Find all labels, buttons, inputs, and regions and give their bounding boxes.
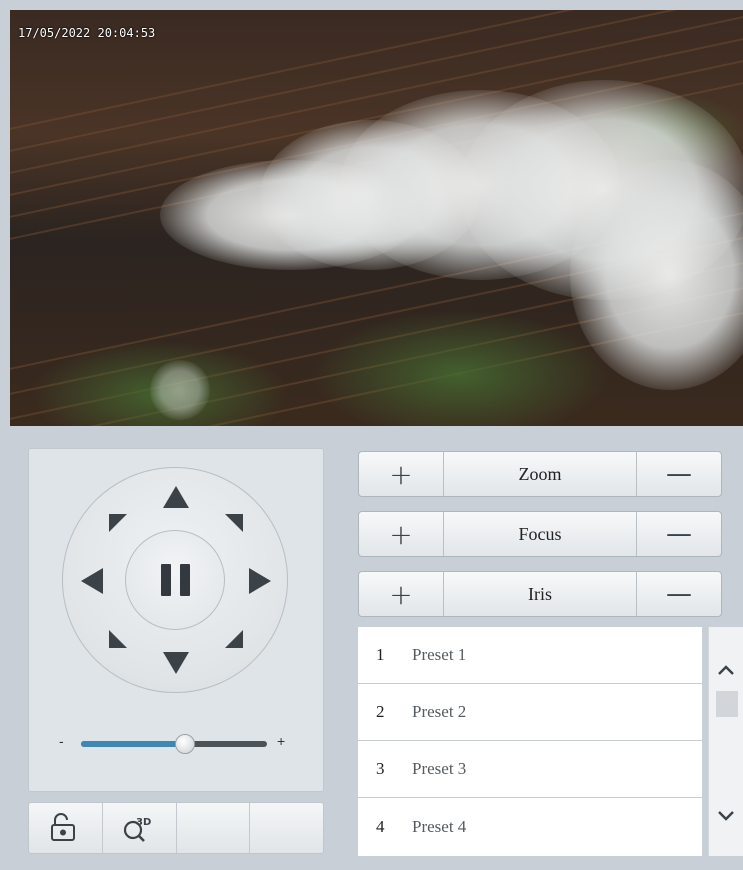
speed-slider-handle[interactable]	[175, 734, 196, 754]
preset-number: 3	[376, 759, 385, 778]
tool-button-empty-4[interactable]	[250, 803, 323, 853]
preset-list: 1 Preset 1 2 Preset 2 3 Preset 3 4 Prese…	[358, 627, 702, 856]
pan-left-arrow-icon[interactable]	[81, 568, 103, 594]
pan-up-right-arrow-icon[interactable]	[225, 514, 243, 532]
preset-number: 4	[376, 816, 385, 836]
speed-track[interactable]	[81, 741, 267, 747]
preset-name: Preset 1	[412, 645, 467, 664]
preset-number: 1	[376, 645, 385, 664]
pause-icon-bar-left	[161, 564, 171, 596]
scroll-down-button[interactable]	[709, 799, 743, 833]
speed-fill	[81, 741, 186, 747]
preset-item[interactable]: 3 Preset 3	[358, 741, 702, 798]
pan-up-arrow-icon[interactable]	[163, 486, 189, 508]
live-video-view[interactable]: 17/05/2022 20:04:53	[10, 10, 743, 426]
zoom-out-button[interactable]: —	[636, 452, 721, 496]
preset-number: 2	[376, 702, 385, 721]
chevron-down-icon	[718, 811, 734, 821]
pan-up-left-arrow-icon[interactable]	[109, 514, 127, 532]
preset-item[interactable]: 2 Preset 2	[358, 684, 702, 741]
speed-plus-label: +	[277, 733, 286, 749]
preset-scrollbar[interactable]	[708, 627, 743, 856]
ptz-control-panel: - +	[28, 448, 324, 792]
iris-open-button[interactable]: +	[359, 572, 444, 616]
ptz-speed-slider: - +	[59, 733, 299, 754]
pan-down-left-arrow-icon[interactable]	[109, 630, 127, 648]
direction-pad	[62, 467, 288, 693]
video-timestamp: 17/05/2022 20:04:53	[18, 26, 156, 40]
iris-control: + Iris —	[358, 571, 722, 617]
scroll-up-button[interactable]	[709, 653, 743, 687]
pause-button[interactable]	[125, 530, 225, 630]
pan-down-arrow-icon[interactable]	[163, 652, 189, 674]
preset-name: Preset 3	[412, 759, 467, 778]
tool-button-empty-3[interactable]	[177, 803, 251, 853]
focus-far-button[interactable]: —	[636, 512, 721, 556]
focus-near-button[interactable]: +	[359, 512, 444, 556]
3d-positioning-button[interactable]: 3D	[103, 803, 177, 853]
preset-name: Preset 4	[412, 816, 467, 836]
zoom-in-button[interactable]: +	[359, 452, 444, 496]
preset-name: Preset 2	[412, 702, 467, 721]
focus-control: + Focus —	[358, 511, 722, 557]
ptz-tool-bar: 3D	[28, 802, 324, 854]
iris-close-button[interactable]: —	[636, 572, 721, 616]
pan-down-right-arrow-icon[interactable]	[225, 630, 243, 648]
zoom-label: Zoom	[518, 463, 562, 484]
area-focus-icon	[51, 813, 75, 841]
zoom-control: + Zoom —	[358, 451, 722, 497]
svg-text:3D: 3D	[136, 817, 151, 828]
preset-item[interactable]: 4 Preset 4	[358, 798, 702, 855]
chevron-up-icon	[718, 665, 734, 675]
pan-right-arrow-icon[interactable]	[249, 568, 271, 594]
focus-label: Focus	[518, 523, 562, 544]
iris-label: Iris	[528, 583, 552, 604]
pause-icon-bar-right	[180, 564, 190, 596]
preset-item[interactable]: 1 Preset 1	[358, 627, 702, 684]
area-focus-button[interactable]	[29, 803, 103, 853]
speed-minus-label: -	[59, 733, 64, 749]
scroll-thumb[interactable]	[716, 691, 738, 717]
3d-positioning-icon: 3D	[123, 817, 151, 842]
